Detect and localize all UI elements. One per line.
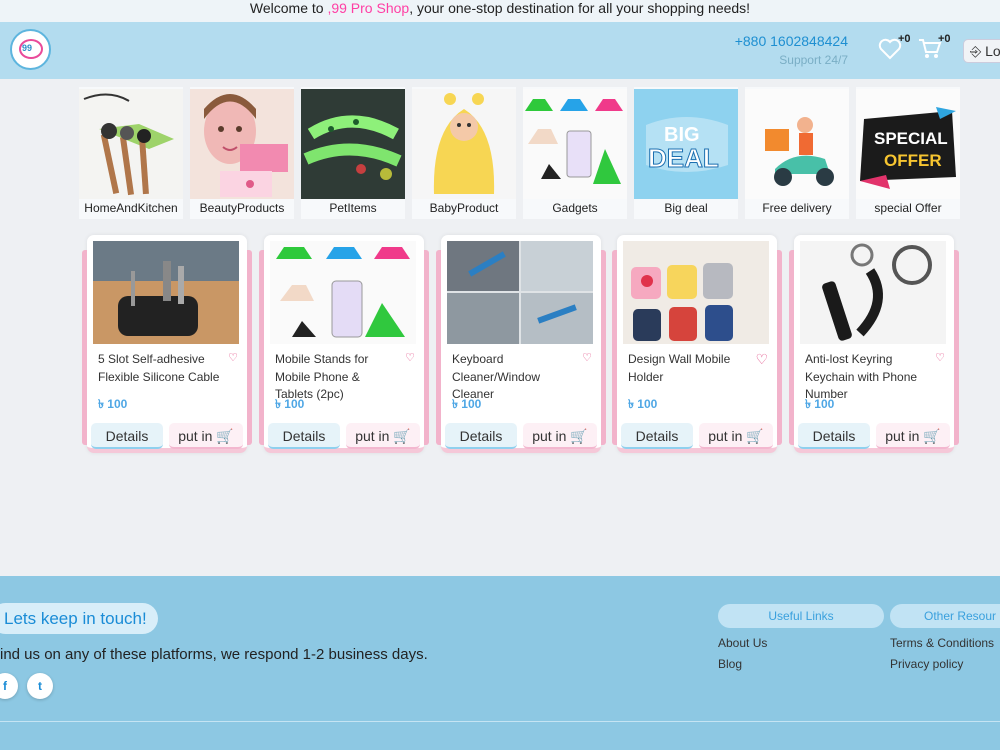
footer-link-blog[interactable]: Blog [718, 657, 742, 671]
footer-link-about-us[interactable]: About Us [718, 636, 767, 650]
product-card[interactable]: Anti-lost Keyring Keychain with Phone Nu… [789, 235, 959, 453]
footer-link-terms[interactable]: Terms & Conditions [890, 636, 994, 650]
logo-text: 99 [22, 43, 33, 53]
category-strip: HomeAndKitchen BeautyProducts PetItems B… [79, 87, 961, 219]
category-image [79, 89, 183, 199]
product-image [270, 241, 416, 344]
add-to-cart-button[interactable]: put in 🛒 [699, 423, 773, 449]
wishlist-button[interactable]: +0 [878, 33, 911, 60]
product-price: ৳ 100 [805, 397, 835, 411]
site-header: 99 +880 1602848424 Support 24/7 +0 +0 ⎆ … [0, 22, 1000, 79]
site-footer: Lets keep in touch! ind us on any of the… [0, 576, 1000, 750]
site-logo[interactable]: 99 [10, 29, 51, 70]
product-image [93, 241, 239, 344]
wishlist-heart-icon[interactable]: ♡ [582, 351, 592, 364]
big-deal-art-line2: DEAL [648, 143, 719, 173]
category-baby-product[interactable]: BabyProduct [412, 87, 516, 219]
category-image: BIG DEAL [634, 89, 738, 199]
login-button[interactable]: ⎆ Lo [963, 39, 1000, 63]
product-image [623, 241, 769, 344]
category-image: SPECIAL OFFER [856, 89, 960, 199]
category-free-delivery[interactable]: Free delivery [745, 87, 849, 219]
welcome-brand[interactable]: ,99 Pro Shop [327, 0, 409, 16]
category-pet-items[interactable]: PetItems [301, 87, 405, 219]
support-phone[interactable]: +880 1602848424 [735, 33, 848, 49]
category-label: special Offer [874, 201, 942, 215]
category-beauty-products[interactable]: BeautyProducts [190, 87, 294, 219]
cart-count: +0 [938, 33, 951, 45]
welcome-bar: Welcome to ,99 Pro Shop, your one-stop d… [0, 0, 1000, 22]
welcome-suffix: , your one-stop destination for all your… [409, 0, 751, 16]
keep-in-touch-heading: Lets keep in touch! [0, 603, 158, 634]
login-label: Lo [985, 43, 1000, 59]
footer-divider [0, 721, 1000, 722]
category-image [745, 89, 849, 199]
product-title[interactable]: Design Wall Mobile Holder [628, 351, 753, 386]
product-image [800, 241, 946, 344]
product-card[interactable]: Keyboard Cleaner/Window Cleaner ♡ ৳ 100 … [436, 235, 606, 453]
useful-links-heading: Useful Links [718, 604, 884, 628]
login-icon: ⎆ [970, 43, 982, 59]
product-title[interactable]: 5 Slot Self-adhesive Flexible Silicone C… [98, 351, 223, 386]
category-label: PetItems [329, 201, 377, 215]
product-card[interactable]: Mobile Stands for Mobile Phone & Tablets… [259, 235, 429, 453]
category-image [301, 89, 405, 199]
details-button[interactable]: Details [268, 423, 340, 449]
details-button[interactable]: Details [91, 423, 163, 449]
category-image [523, 89, 627, 199]
add-to-cart-button[interactable]: put in 🛒 [346, 423, 420, 449]
support-label: Support 24/7 [779, 53, 848, 67]
category-image [190, 89, 294, 199]
find-us-text: ind us on any of these platforms, we res… [0, 646, 428, 663]
product-image [447, 241, 593, 344]
details-button[interactable]: Details [798, 423, 870, 449]
twitter-icon[interactable]: t [27, 673, 53, 699]
product-card[interactable]: 5 Slot Self-adhesive Flexible Silicone C… [82, 235, 252, 453]
category-label: BeautyProducts [199, 201, 285, 215]
wishlist-count: +0 [898, 33, 911, 45]
product-price: ৳ 100 [275, 397, 305, 411]
category-label: Free delivery [762, 201, 832, 215]
footer-link-privacy[interactable]: Privacy policy [890, 657, 963, 671]
special-offer-art-line1: SPECIAL [874, 129, 948, 148]
product-price: ৳ 100 [452, 397, 482, 411]
wishlist-heart-icon[interactable]: ♡ [935, 351, 945, 364]
wishlist-heart-icon[interactable]: ♡ [755, 351, 768, 368]
product-price: ৳ 100 [628, 397, 658, 411]
add-to-cart-button[interactable]: put in 🛒 [876, 423, 950, 449]
add-to-cart-button[interactable]: put in 🛒 [169, 423, 243, 449]
cart-button[interactable]: +0 [918, 33, 951, 60]
category-image [412, 89, 516, 199]
category-home-and-kitchen[interactable]: HomeAndKitchen [79, 87, 183, 219]
category-label: Big deal [664, 201, 708, 215]
category-special-offer[interactable]: SPECIAL OFFER special Offer [856, 87, 960, 219]
product-card[interactable]: Design Wall Mobile Holder ♡ ৳ 100 Detail… [612, 235, 782, 453]
category-big-deal[interactable]: BIG DEAL Big deal [634, 87, 738, 219]
details-button[interactable]: Details [445, 423, 517, 449]
category-label: HomeAndKitchen [84, 201, 178, 215]
category-label: BabyProduct [429, 201, 499, 215]
category-gadgets[interactable]: Gadgets [523, 87, 627, 219]
welcome-prefix: Welcome to [249, 0, 328, 16]
add-to-cart-button[interactable]: put in 🛒 [523, 423, 597, 449]
category-label: Gadgets [552, 201, 598, 215]
wishlist-heart-icon[interactable]: ♡ [405, 351, 415, 364]
facebook-icon[interactable]: f [0, 673, 18, 699]
product-price: ৳ 100 [98, 397, 128, 411]
details-button[interactable]: Details [621, 423, 693, 449]
special-offer-art-line2: OFFER [884, 151, 942, 170]
wishlist-heart-icon[interactable]: ♡ [228, 351, 238, 364]
other-resources-heading: Other Resour [890, 604, 1000, 628]
